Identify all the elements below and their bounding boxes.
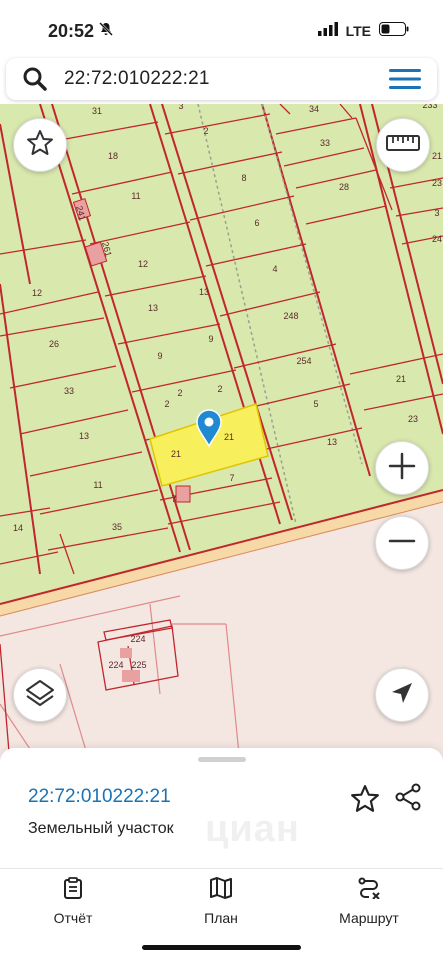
parcel-label: 33 bbox=[320, 138, 330, 148]
minus-icon bbox=[388, 527, 416, 560]
bell-slash-icon bbox=[98, 21, 114, 42]
zoom-out-button[interactable] bbox=[375, 516, 429, 570]
tab-bar: Отчёт План Маршрут bbox=[0, 868, 443, 929]
parcel-label: 13 bbox=[327, 437, 337, 447]
parcel-info-sheet[interactable]: циан 22:72:010222:21 Земельный участок bbox=[0, 748, 443, 868]
parcel-label: 24 bbox=[432, 234, 442, 244]
parcel-label: 9 bbox=[157, 351, 162, 361]
parcel-label: 34 bbox=[309, 104, 319, 114]
star-icon bbox=[26, 129, 54, 162]
favorite-star-icon[interactable] bbox=[350, 784, 380, 814]
status-bar: 20:52 LTE bbox=[0, 0, 443, 56]
menu-icon[interactable] bbox=[389, 68, 421, 90]
zoom-in-button[interactable] bbox=[375, 441, 429, 495]
parcel-label: 35 bbox=[112, 522, 122, 532]
favorite-map-button[interactable] bbox=[13, 118, 67, 172]
parcel-label: 18 bbox=[108, 151, 118, 161]
search-icon[interactable] bbox=[22, 66, 48, 92]
parcel-label: 14 bbox=[13, 523, 23, 533]
map-canvas[interactable]: 3118111212139263313113514292212177328641… bbox=[0, 104, 443, 764]
tab-report[interactable]: Отчёт bbox=[18, 877, 128, 926]
parcel-label: 9 bbox=[208, 334, 213, 344]
search-input[interactable]: 22:72:010222:21 bbox=[64, 68, 210, 90]
home-indicator[interactable] bbox=[142, 945, 301, 950]
tab-route-label: Маршрут bbox=[339, 910, 399, 926]
plus-icon bbox=[388, 452, 416, 485]
parcel-label: 8 bbox=[241, 173, 246, 183]
parcel-label: 2 bbox=[217, 384, 222, 394]
parcel-label: 3 bbox=[178, 104, 183, 111]
battery-icon bbox=[379, 21, 409, 41]
status-time-group: 20:52 bbox=[48, 21, 114, 42]
parcel-label: 21 bbox=[432, 151, 442, 161]
ruler-icon bbox=[386, 134, 420, 157]
search-bar[interactable]: 22:72:010222:21 bbox=[6, 58, 437, 100]
parcel-label: 5 bbox=[313, 399, 318, 409]
parcel-label: 224 bbox=[108, 660, 123, 670]
parcel-label: 13 bbox=[199, 287, 209, 297]
parcel-label: 2 bbox=[164, 399, 169, 409]
parcel-number: 22:72:010222:21 bbox=[28, 786, 171, 807]
network-label: LTE bbox=[345, 23, 371, 39]
tab-route[interactable]: Маршрут bbox=[314, 877, 424, 926]
parcel-label: 2 bbox=[177, 388, 182, 398]
status-right: LTE bbox=[317, 21, 409, 41]
parcel-label: 11 bbox=[93, 480, 102, 490]
parcel-label: 224 bbox=[130, 634, 145, 644]
parcel-label: 11 bbox=[131, 191, 140, 201]
parcel-label: 26 bbox=[49, 339, 59, 349]
layers-icon bbox=[25, 678, 55, 713]
parcel-label: 6 bbox=[254, 218, 259, 228]
parcel-label: 21 bbox=[171, 449, 181, 459]
ruler-button[interactable] bbox=[376, 118, 430, 172]
sheet-drag-handle[interactable] bbox=[198, 757, 246, 762]
parcel-type: Земельный участок bbox=[28, 820, 174, 837]
map-icon bbox=[209, 877, 233, 904]
parcel-label: 248 bbox=[283, 311, 298, 321]
parcel-label: 21 bbox=[396, 374, 406, 384]
parcel-label: 225 bbox=[131, 660, 146, 670]
status-time: 20:52 bbox=[48, 20, 95, 41]
parcel-label: 4 bbox=[272, 264, 277, 274]
watermark: циан bbox=[205, 808, 300, 850]
parcel-label: 13 bbox=[79, 431, 89, 441]
cadastral-map[interactable]: 31 18 11 12 12 13 9 26 33 13 11 35 14 2 9 2 21 21 7 7 3 2 8 6 4 1… bbox=[0, 104, 443, 764]
parcel-label: 254 bbox=[296, 356, 311, 366]
parcel-label: 12 bbox=[138, 259, 148, 269]
tab-plan-label: План bbox=[204, 910, 238, 926]
share-icon[interactable] bbox=[393, 782, 423, 812]
parcel-label: 21 bbox=[224, 432, 234, 442]
parcel-label: 31 bbox=[92, 106, 102, 116]
navigation-arrow-icon bbox=[389, 680, 415, 711]
locate-button[interactable] bbox=[375, 668, 429, 722]
parcel-label: 233 bbox=[422, 104, 437, 110]
parcel-label: 23 bbox=[432, 178, 442, 188]
layers-button[interactable] bbox=[13, 668, 67, 722]
parcel-label: 28 bbox=[339, 182, 349, 192]
signal-icon bbox=[317, 21, 338, 41]
parcel-label: 7 bbox=[171, 494, 176, 504]
tab-plan[interactable]: План bbox=[166, 877, 276, 926]
parcel-label: 12 bbox=[32, 288, 42, 298]
parcel-label: 33 bbox=[64, 386, 74, 396]
report-icon bbox=[62, 877, 84, 904]
parcel-label: 7 bbox=[229, 473, 234, 483]
parcel-label: 2 bbox=[203, 126, 208, 136]
route-icon bbox=[357, 877, 381, 904]
tab-report-label: Отчёт bbox=[53, 910, 93, 926]
parcel-label: 13 bbox=[148, 303, 158, 313]
parcel-label: 3 bbox=[434, 208, 439, 218]
parcel-label: 23 bbox=[408, 414, 418, 424]
